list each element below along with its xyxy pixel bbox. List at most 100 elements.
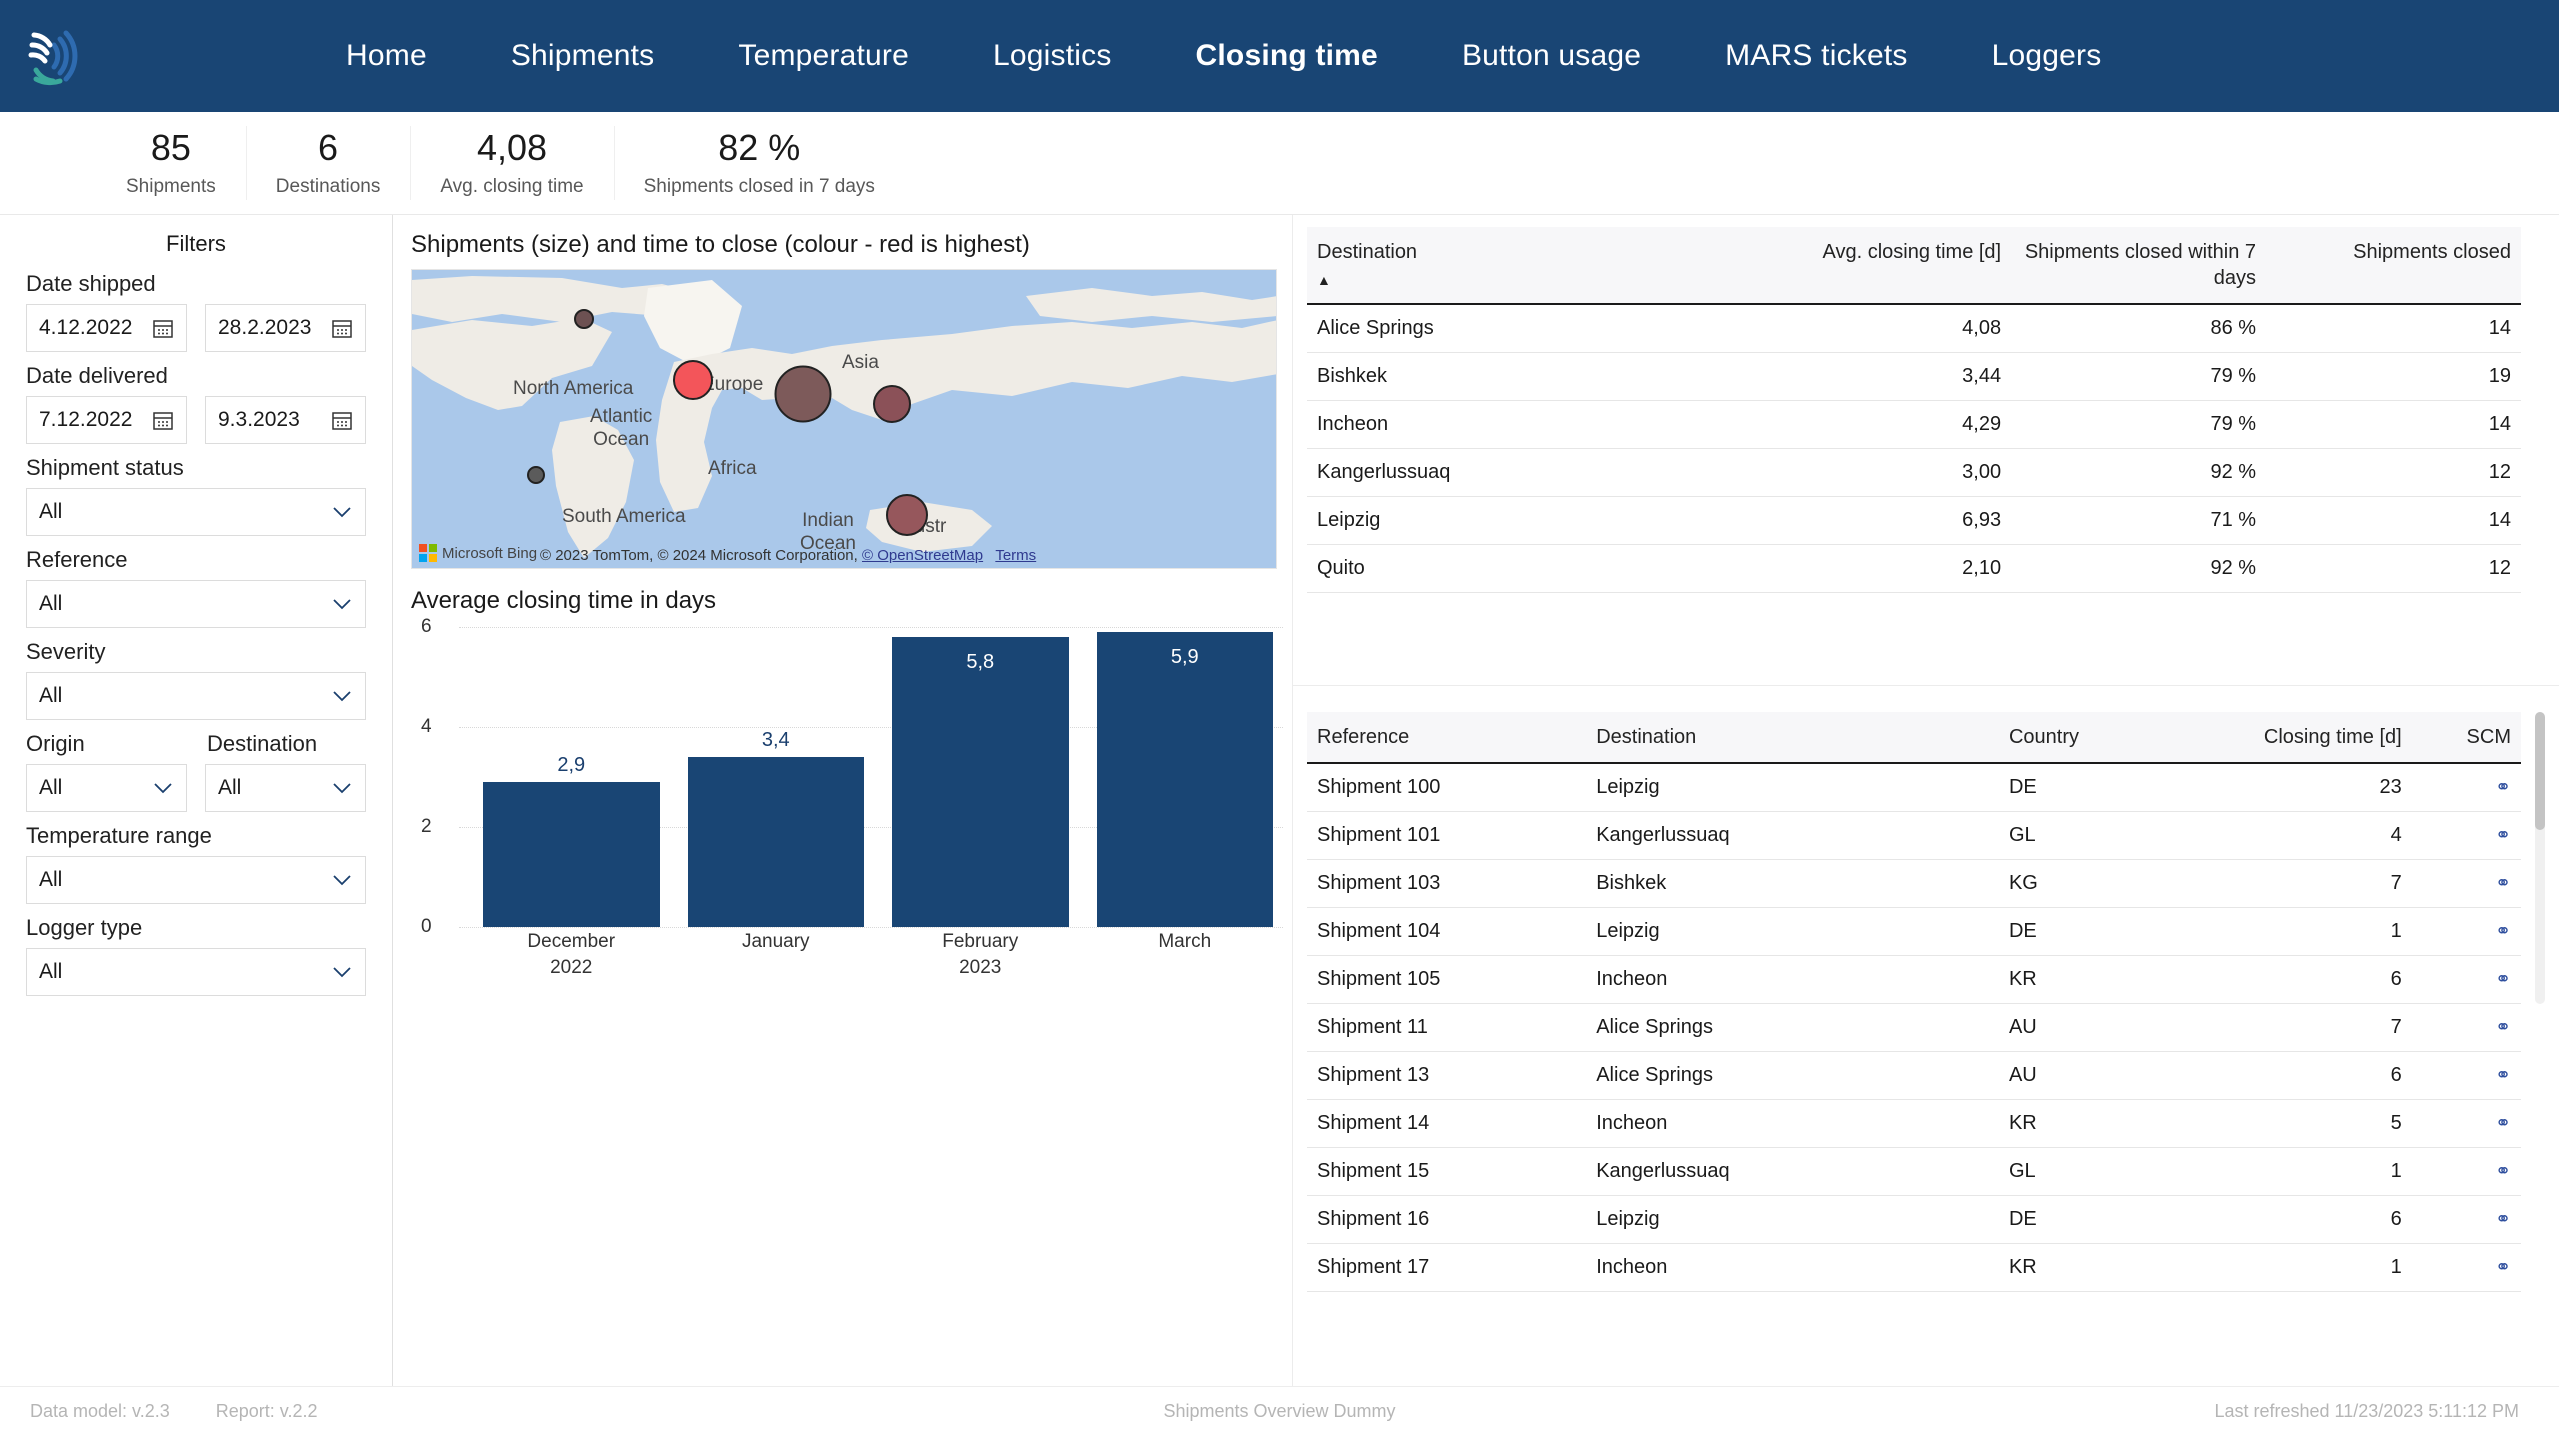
nav-item-button-usage[interactable]: Button usage [1420, 39, 1683, 73]
destination-select[interactable]: All [205, 764, 366, 812]
bar-column-january[interactable]: 3,4 [687, 627, 864, 927]
link-icon[interactable]: ⚭ [2495, 1209, 2511, 1230]
reference-value: All [39, 592, 63, 615]
cell-scm[interactable]: ⚭ [2411, 1099, 2521, 1148]
table-row[interactable]: Quito 2,10 92 % 12 [1307, 544, 2521, 593]
shipment-status-select[interactable]: All [26, 488, 366, 536]
col-destination[interactable]: Destination [1586, 712, 1999, 764]
cell-scm[interactable]: ⚭ [2411, 1243, 2521, 1292]
cell-scm[interactable]: ⚭ [2411, 1051, 2521, 1100]
date-delivered-to-input[interactable]: 9.3.2023 [205, 396, 366, 444]
reference-select[interactable]: All [26, 580, 366, 628]
map-bubble-alice-springs[interactable] [886, 494, 928, 536]
table-row[interactable]: Shipment 103 Bishkek KG 7 ⚭ [1307, 859, 2521, 908]
col-shipments-closed[interactable]: Shipments closed [2266, 227, 2521, 305]
table-row[interactable]: Shipment 15 Kangerlussuaq GL 1 ⚭ [1307, 1147, 2521, 1196]
bar-february[interactable]: 5,8 [892, 637, 1069, 927]
link-icon[interactable]: ⚭ [2495, 969, 2511, 990]
cell-scm[interactable]: ⚭ [2411, 1003, 2521, 1052]
cell-scm[interactable]: ⚭ [2411, 859, 2521, 908]
link-icon[interactable]: ⚭ [2495, 1113, 2511, 1134]
nav-item-mars-tickets[interactable]: MARS tickets [1683, 39, 1949, 73]
cell-scm[interactable]: ⚭ [2411, 1147, 2521, 1196]
nav-item-closing-time[interactable]: Closing time [1154, 39, 1420, 73]
table-row[interactable]: Kangerlussuaq 3,00 92 % 12 [1307, 448, 2521, 497]
dashboard-body: Filters Date shipped 4.12.2022 28.2.2023… [0, 215, 2559, 1386]
table-row[interactable]: Shipment 16 Leipzig DE 6 ⚭ [1307, 1195, 2521, 1244]
link-icon[interactable]: ⚭ [2495, 873, 2511, 894]
bar-column-march[interactable]: 5,9 [1096, 627, 1273, 927]
severity-select[interactable]: All [26, 672, 366, 720]
table-row[interactable]: Incheon 4,29 79 % 14 [1307, 400, 2521, 449]
table-row[interactable]: Leipzig 6,93 71 % 14 [1307, 496, 2521, 545]
map-bubble-quito[interactable] [527, 466, 545, 484]
logger-type-select[interactable]: All [26, 948, 366, 996]
bar-column-february[interactable]: 5,8 [892, 627, 1069, 927]
col-country[interactable]: Country [1998, 712, 2169, 764]
table-row[interactable]: Shipment 100 Leipzig DE 23 ⚭ [1307, 763, 2521, 812]
table-row[interactable]: Bishkek 3,44 79 % 19 [1307, 352, 2521, 401]
col-avg-closing-time[interactable]: Avg. closing time [d] [1792, 227, 2012, 305]
bar-december[interactable] [483, 782, 660, 927]
date-shipped-to-input[interactable]: 28.2.2023 [205, 304, 366, 352]
shipment-table-scrollbar[interactable] [2535, 712, 2545, 1004]
app-logo[interactable] [8, 13, 94, 99]
cell-scm[interactable]: ⚭ [2411, 1195, 2521, 1244]
map-bubble-incheon[interactable] [873, 385, 911, 423]
table-row[interactable]: Alice Springs 4,08 86 % 14 [1307, 304, 2521, 353]
table-row[interactable]: Shipment 17 Incheon KR 1 ⚭ [1307, 1243, 2521, 1292]
cell-scm[interactable]: ⚭ [2411, 955, 2521, 1004]
openstreetmap-link[interactable]: © OpenStreetMap [862, 547, 983, 564]
nav-item-temperature[interactable]: Temperature [696, 39, 951, 73]
terms-link[interactable]: Terms [995, 547, 1036, 564]
cell-avg-closing-time: 4,08 [1792, 304, 2012, 353]
table-row[interactable]: Shipment 13 Alice Springs AU 6 ⚭ [1307, 1051, 2521, 1100]
table-row[interactable]: Shipment 14 Incheon KR 5 ⚭ [1307, 1099, 2521, 1148]
cell-destination: Bishkek [1307, 352, 1793, 401]
cell-avg-closing-time: 2,10 [1792, 544, 2012, 593]
link-icon[interactable]: ⚭ [2495, 1065, 2511, 1086]
bar-column-december[interactable]: 2,9 [483, 627, 660, 927]
cell-scm[interactable]: ⚭ [2411, 907, 2521, 956]
col-scm[interactable]: SCM [2411, 712, 2521, 764]
origin-select[interactable]: All [26, 764, 187, 812]
link-icon[interactable]: ⚭ [2495, 1257, 2511, 1278]
col-destination[interactable]: Destination ▲ [1307, 227, 1793, 305]
world-map[interactable]: North America Europe Asia Atlantic Ocean … [411, 269, 1277, 569]
link-icon[interactable]: ⚭ [2495, 777, 2511, 798]
nav-item-logistics[interactable]: Logistics [951, 39, 1154, 73]
col-closed-within-7-days[interactable]: Shipments closed within 7 days [2011, 227, 2267, 305]
cell-scm[interactable]: ⚭ [2411, 811, 2521, 860]
chevron-down-icon [333, 967, 351, 978]
nav-item-shipments[interactable]: Shipments [469, 39, 697, 73]
map-bubble-leipzig[interactable] [673, 360, 713, 400]
map-bubble-kangerlussuaq[interactable] [574, 309, 594, 329]
map-bubble-bishkek[interactable] [774, 365, 832, 423]
label-date-shipped: Date shipped [26, 271, 156, 296]
link-icon[interactable]: ⚭ [2495, 921, 2511, 942]
table-row[interactable]: Shipment 105 Incheon KR 6 ⚭ [1307, 955, 2521, 1004]
temperature-range-select[interactable]: All [26, 856, 366, 904]
nav-item-loggers[interactable]: Loggers [1950, 39, 2144, 73]
table-row[interactable]: Shipment 101 Kangerlussuaq GL 4 ⚭ [1307, 811, 2521, 860]
cell-scm[interactable]: ⚭ [2411, 763, 2521, 812]
cell-destination: Leipzig [1307, 496, 1793, 545]
bar-march[interactable]: 5,9 [1096, 632, 1273, 927]
link-icon[interactable]: ⚭ [2495, 825, 2511, 846]
x-label-february: February 2023 [892, 929, 1069, 980]
kpi-label: Shipments closed in 7 days [643, 175, 875, 197]
table-header-row: Destination ▲ Avg. closing time [d] Ship… [1307, 227, 2521, 305]
table-row[interactable]: Shipment 11 Alice Springs AU 7 ⚭ [1307, 1003, 2521, 1052]
table-row[interactable]: Shipment 104 Leipzig DE 1 ⚭ [1307, 907, 2521, 956]
date-shipped-from-input[interactable]: 4.12.2022 [26, 304, 187, 352]
col-closing-time[interactable]: Closing time [d] [2168, 712, 2412, 764]
col-reference[interactable]: Reference [1307, 712, 1587, 764]
bar-january[interactable] [687, 757, 864, 927]
link-icon[interactable]: ⚭ [2495, 1161, 2511, 1182]
filters-panel: Filters Date shipped 4.12.2022 28.2.2023… [0, 215, 393, 1386]
scrollbar-thumb[interactable] [2535, 712, 2545, 830]
link-icon[interactable]: ⚭ [2495, 1017, 2511, 1038]
date-delivered-from-input[interactable]: 7.12.2022 [26, 396, 187, 444]
nav-item-home[interactable]: Home [304, 39, 469, 73]
cell-country: AU [1998, 1051, 2169, 1100]
